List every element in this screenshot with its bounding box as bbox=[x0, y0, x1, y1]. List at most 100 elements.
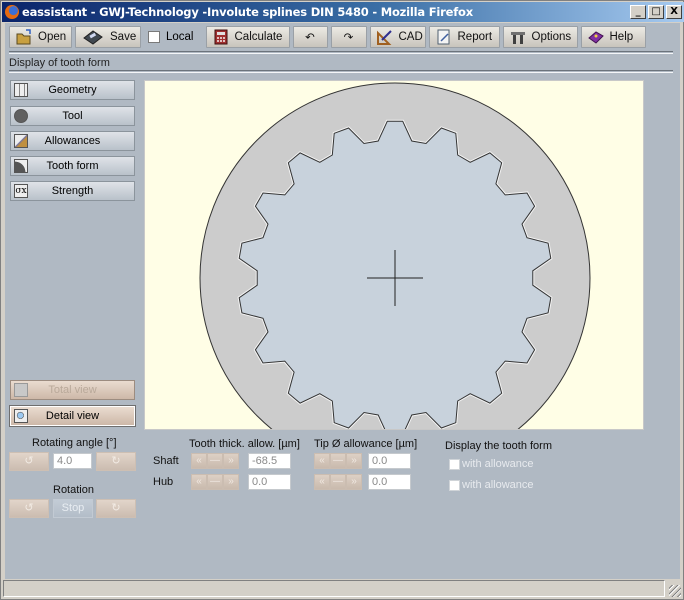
firefox-icon bbox=[5, 5, 19, 19]
report-icon bbox=[436, 29, 452, 45]
browser-window: eassistant - GWJ-Technology -Involute sp… bbox=[0, 0, 684, 600]
sigma-x-icon: σx bbox=[14, 184, 28, 198]
rotating-angle-input[interactable]: 4.0 bbox=[53, 453, 92, 469]
hub-tooth-thick-input[interactable]: 0.0 bbox=[248, 474, 291, 490]
sidebar-item-label: Tool bbox=[62, 110, 83, 122]
hub-tooth-thick-stepper[interactable]: « — » bbox=[191, 474, 239, 490]
reset-button[interactable]: — bbox=[330, 474, 346, 490]
help-button[interactable]: Help bbox=[580, 26, 646, 48]
sidebar-item-geometry[interactable]: Geometry bbox=[10, 80, 135, 100]
rotate-angle-left-button[interactable]: ↺ bbox=[9, 452, 49, 471]
toolbar: Open Save Local Calculate ↶ ↷ CAD Report… bbox=[9, 26, 649, 48]
total-view-label: Total view bbox=[48, 384, 97, 396]
gear-tool-icon bbox=[14, 109, 28, 123]
detail-view-label: Detail view bbox=[45, 410, 100, 422]
sidebar-item-tooth-form[interactable]: Tooth form bbox=[10, 156, 135, 176]
tip-allowance-header: Tip Ø allowance [µm] bbox=[314, 438, 418, 450]
sidebar-item-strength[interactable]: σx Strength bbox=[10, 181, 135, 201]
sidebar-item-allowances[interactable]: Allowances bbox=[10, 131, 135, 151]
maximize-button[interactable]: □ bbox=[648, 5, 664, 19]
reset-button[interactable]: — bbox=[330, 453, 346, 469]
floppy-disk-icon bbox=[82, 29, 104, 45]
tools-icon bbox=[510, 29, 526, 45]
tooth-form-drawing bbox=[145, 81, 643, 429]
detail-view-button[interactable]: Detail view bbox=[9, 405, 136, 427]
section-title: Display of tooth form bbox=[9, 57, 110, 69]
section-separator bbox=[9, 70, 673, 73]
cad-label: CAD bbox=[398, 31, 423, 43]
local-checkbox-box[interactable] bbox=[148, 31, 160, 43]
help-label: Help bbox=[609, 31, 634, 43]
sidebar-item-label: Allowances bbox=[44, 135, 101, 147]
open-label: Open bbox=[38, 31, 67, 43]
tooth-form-icon bbox=[14, 159, 28, 173]
rotate-angle-right-button[interactable]: ↻ bbox=[96, 452, 136, 471]
sidebar-item-label: Tooth form bbox=[46, 160, 99, 172]
with-allowance-label-1: with allowance bbox=[462, 458, 534, 470]
report-label: Report bbox=[457, 31, 493, 43]
undo-button[interactable]: ↶ bbox=[292, 26, 328, 48]
reset-button[interactable]: — bbox=[207, 474, 223, 490]
cad-drawing-icon bbox=[376, 29, 393, 45]
sidebar-item-label: Geometry bbox=[48, 84, 97, 96]
with-allowance-checkbox-2[interactable] bbox=[449, 480, 460, 491]
calculate-button[interactable]: Calculate bbox=[205, 26, 290, 48]
with-allowance-checkbox-1[interactable] bbox=[449, 459, 460, 470]
redo-button[interactable]: ↷ bbox=[330, 26, 367, 48]
shaft-tooth-thick-stepper[interactable]: « — » bbox=[191, 453, 239, 469]
window-title: eassistant - GWJ-Technology -Involute sp… bbox=[22, 5, 473, 19]
help-book-icon bbox=[587, 29, 604, 45]
increase-button[interactable]: » bbox=[346, 453, 362, 469]
increase-button[interactable]: » bbox=[346, 474, 362, 490]
redo-icon: ↷ bbox=[343, 32, 354, 44]
options-label: Options bbox=[531, 31, 572, 43]
status-bar bbox=[3, 580, 665, 597]
shaft-tip-input[interactable]: 0.0 bbox=[368, 453, 411, 469]
calculator-icon bbox=[213, 29, 229, 45]
decrease-button[interactable]: « bbox=[314, 453, 330, 469]
rotation-label: Rotation bbox=[53, 484, 94, 496]
tooth-thick-allowance-header: Tooth thick. allow. [µm] bbox=[189, 438, 300, 450]
save-button[interactable]: Save bbox=[75, 26, 141, 48]
report-button[interactable]: Report bbox=[428, 26, 500, 48]
reset-button[interactable]: — bbox=[207, 453, 223, 469]
title-bar: eassistant - GWJ-Technology -Involute sp… bbox=[2, 2, 684, 22]
shaft-tip-stepper[interactable]: « — » bbox=[314, 453, 362, 469]
magnifier-icon bbox=[14, 409, 28, 423]
minimize-button[interactable]: _ bbox=[630, 5, 646, 19]
save-label: Save bbox=[110, 31, 137, 43]
total-view-icon bbox=[14, 383, 28, 397]
display-tooth-form-header: Display the tooth form bbox=[445, 440, 552, 452]
sidebar-item-label: Strength bbox=[51, 185, 94, 197]
sidebar-item-tool[interactable]: Tool bbox=[10, 106, 135, 126]
calculate-label: Calculate bbox=[234, 31, 283, 43]
increase-button[interactable]: » bbox=[223, 474, 239, 490]
resize-grip[interactable] bbox=[669, 585, 681, 597]
undo-icon: ↶ bbox=[305, 32, 315, 44]
local-checkbox[interactable]: Local bbox=[144, 26, 198, 48]
hub-tip-input[interactable]: 0.0 bbox=[368, 474, 411, 490]
hub-tip-stepper[interactable]: « — » bbox=[314, 474, 362, 490]
increase-button[interactable]: » bbox=[223, 453, 239, 469]
shaft-label: Shaft bbox=[153, 455, 179, 467]
rotating-angle-label: Rotating angle [°] bbox=[32, 437, 117, 449]
shaft-tooth-thick-input[interactable]: -68.5 bbox=[248, 453, 291, 469]
close-button[interactable]: X bbox=[666, 5, 682, 19]
tooth-form-canvas[interactable] bbox=[144, 80, 644, 430]
decrease-button[interactable]: « bbox=[191, 453, 207, 469]
grid-icon bbox=[14, 83, 28, 97]
app-panel: Open Save Local Calculate ↶ ↷ CAD Report… bbox=[5, 23, 680, 579]
folder-open-icon bbox=[16, 29, 32, 45]
open-button[interactable]: Open bbox=[9, 26, 72, 48]
rotation-right-button[interactable]: ↻ bbox=[96, 499, 136, 518]
options-button[interactable]: Options bbox=[502, 26, 578, 48]
rotation-stop-button[interactable]: Stop bbox=[53, 499, 93, 518]
total-view-button[interactable]: Total view bbox=[10, 380, 135, 400]
with-allowance-label-2: with allowance bbox=[462, 479, 534, 491]
local-label: Local bbox=[166, 31, 194, 43]
decrease-button[interactable]: « bbox=[314, 474, 330, 490]
hub-label: Hub bbox=[153, 476, 174, 488]
decrease-button[interactable]: « bbox=[191, 474, 207, 490]
cad-button[interactable]: CAD bbox=[369, 26, 426, 48]
rotation-left-button[interactable]: ↺ bbox=[9, 499, 49, 518]
